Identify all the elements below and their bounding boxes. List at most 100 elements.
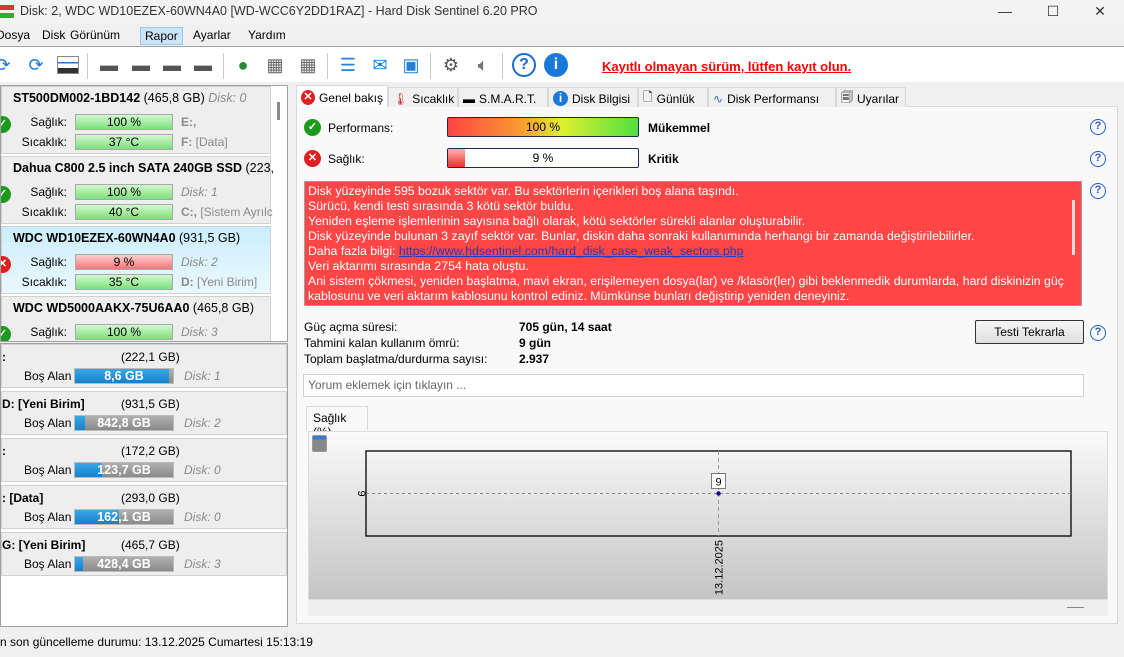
chart-footer: [308, 600, 1108, 616]
disk-number: Disk: 0: [208, 91, 247, 105]
free-space-value: 842,8 GB: [97, 416, 151, 430]
message-scrollbar[interactable]: [1072, 200, 1075, 255]
disk-item[interactable]: Dahua C800 2.5 inch SATA 240GB SSD (223,…: [1, 156, 287, 224]
tab-log[interactable]: 🗋 Günlük: [638, 87, 708, 107]
volume-item[interactable]: D: [Yeni Birim] (931,5 GB) Boş Alan 842,…: [1, 391, 287, 435]
free-space-bar: 428,4 GB: [74, 556, 174, 572]
tab-label: Sıcaklık: [412, 91, 455, 106]
register-link[interactable]: Kayıtlı olmayan sürüm, lütfen kayıt olun…: [602, 59, 851, 74]
tab-overview[interactable]: ✕ Genel bakış: [296, 85, 388, 107]
message-line: Veri aktarımı sırasında 2754 hata oluştu…: [308, 259, 529, 273]
volume-size: (172,2 GB): [121, 444, 180, 458]
help-icon[interactable]: ?: [511, 52, 537, 78]
start-stop-value: 2.937: [519, 352, 550, 366]
free-space-bar: 8,6 GB: [74, 368, 174, 384]
disk-check-icon[interactable]: ▬: [159, 52, 185, 78]
disk-number: Disk: 3: [184, 557, 221, 571]
globe-disk-icon[interactable]: ●: [230, 52, 256, 78]
menu-view[interactable]: Görünüm: [66, 27, 124, 45]
tab-disk-info[interactable]: i Disk Bilgisi: [548, 87, 638, 107]
volume-name: :: [2, 444, 6, 458]
help-icon[interactable]: ?: [1090, 183, 1106, 199]
toolbar-separator: [430, 53, 431, 79]
refresh-warning-icon[interactable]: ⟳: [23, 52, 49, 78]
disk-item[interactable]: ST500DM002-1BD142 (465,8 GB) Disk: 0 ✓ S…: [1, 86, 271, 154]
menu-report[interactable]: Rapor: [140, 27, 183, 45]
health-bar: 100 %: [75, 324, 173, 340]
disk-item[interactable]: WDC WD5000AAKX-75U6AA0 (465,8 GB) ✓ Sağl…: [1, 296, 271, 341]
health-messages: Disk yüzeyinde 595 bozuk sektör var. Bu …: [304, 181, 1082, 306]
tab-label: Uyarılar: [857, 91, 900, 106]
volume-name: [Data]: [195, 135, 228, 149]
free-space-value: 162,1 GB: [97, 510, 151, 524]
data-label: 9: [715, 477, 721, 489]
remaining-life-label: Tahmini kalan kullanım ömrü:: [304, 336, 460, 350]
collapse-icon[interactable]: [1067, 607, 1084, 608]
more-info-link[interactable]: https://www.hdsentinel.com/hard_disk_cas…: [399, 244, 744, 258]
health-label: Sağlık:: [30, 185, 67, 199]
app-icon: [0, 5, 14, 18]
refresh-icon[interactable]: ⟳: [0, 52, 16, 78]
start-stop-label: Toplam başlatma/durdurma sayısı:: [304, 352, 488, 366]
tab-alerts[interactable]: 🗐 Uyarılar: [836, 87, 906, 107]
volume-size: (293,0 GB): [121, 491, 180, 505]
disk-list-scrollbar[interactable]: [273, 86, 287, 341]
tab-disk-performance[interactable]: ∿ Disk Performansı: [708, 87, 836, 107]
maximize-button[interactable]: ☐: [1030, 0, 1076, 24]
temperature-bar: 40 °C: [75, 204, 173, 220]
toolbar-separator: [223, 53, 224, 79]
retest-button[interactable]: Testi Tekrarla: [975, 320, 1084, 344]
volume-item[interactable]: : (172,2 GB) Boş Alan 123,7 GB Disk: 0: [1, 438, 287, 482]
volume-name: D: [Yeni Birim]: [2, 397, 85, 411]
free-space-label: Boş Alan: [24, 416, 72, 430]
free-space-bar: 842,8 GB: [74, 415, 174, 431]
disk-clock-icon[interactable]: ▬: [128, 52, 154, 78]
disk-name: WDC WD5000AAKX-75U6AA0: [13, 301, 190, 315]
toolbar-separator: [327, 53, 328, 79]
notepad-icon[interactable]: ☰: [335, 52, 361, 78]
health-bar: 100 %: [75, 184, 173, 200]
disk-sound-icon[interactable]: ▬: [96, 52, 122, 78]
disk-search-icon[interactable]: ▬: [190, 52, 216, 78]
minimize-button[interactable]: —: [982, 0, 1028, 24]
free-space-bar: 123,7 GB: [74, 462, 174, 478]
mail-icon[interactable]: ✉: [367, 52, 393, 78]
info-icon[interactable]: i: [543, 52, 569, 78]
disk-size: (931,5 GB): [179, 231, 241, 245]
health-bar: 9 %: [75, 254, 173, 270]
menu-settings[interactable]: Ayarlar: [189, 27, 235, 45]
tab-label: Genel bakış: [318, 90, 383, 105]
help-icon[interactable]: ?: [1090, 151, 1106, 167]
network-disk-icon[interactable]: ▦: [262, 52, 288, 78]
help-icon[interactable]: ?: [1090, 119, 1106, 135]
volume-list: : (222,1 GB) Boş Alan 8,6 GB Disk: 1 D: […: [0, 343, 288, 627]
health-rating: Kritik: [648, 152, 679, 166]
volume-item[interactable]: G: [Yeni Birim] (465,7 GB) Boş Alan 428,…: [1, 532, 287, 576]
free-space-label: Boş Alan: [24, 463, 72, 477]
network-disk-2-icon[interactable]: ▦: [295, 52, 321, 78]
x-tick-label: 13.12.2025: [714, 540, 726, 595]
health-label: Sağlık:: [328, 152, 365, 166]
help-icon[interactable]: ?: [1090, 325, 1106, 341]
scrollbar-thumb[interactable]: [277, 102, 280, 120]
disk-window-icon[interactable]: [55, 52, 81, 78]
message-line: Sürücü, kendi testi sırasında 3 kötü sek…: [308, 199, 574, 213]
tab-smart[interactable]: ▬ S.M.A.R.T.: [458, 87, 548, 107]
volume-name: : [Data]: [2, 491, 44, 505]
close-button[interactable]: ✕: [1077, 0, 1123, 24]
tab-temperature[interactable]: 🌡︎ Sıcaklık: [388, 87, 458, 107]
free-space-label: Boş Alan: [24, 510, 72, 524]
gear-icon[interactable]: ⚙: [438, 52, 464, 78]
menu-disk[interactable]: Disk: [38, 27, 69, 45]
disk-number: Disk: 2: [184, 416, 221, 430]
comment-input[interactable]: Yorum eklemek için tıklayın ...: [303, 374, 1084, 397]
volume-item[interactable]: : [Data] (293,0 GB) Boş Alan 162,1 GB Di…: [1, 485, 287, 529]
menu-help[interactable]: Yardım: [244, 27, 290, 45]
chart-tab-health[interactable]: Sağlık (%): [306, 406, 368, 439]
volume-item[interactable]: : (222,1 GB) Boş Alan 8,6 GB Disk: 1: [1, 344, 287, 388]
power-on-value: 705 gün, 14 saat: [519, 320, 612, 334]
menu-file[interactable]: Dosya: [0, 27, 34, 45]
speaker-icon[interactable]: 🔈︎: [470, 52, 496, 78]
network-computer-icon[interactable]: ▣: [398, 52, 424, 78]
disk-item-selected[interactable]: WDC WD10EZEX-60WN4A0 (931,5 GB) ✕ Sağlık…: [1, 226, 271, 294]
